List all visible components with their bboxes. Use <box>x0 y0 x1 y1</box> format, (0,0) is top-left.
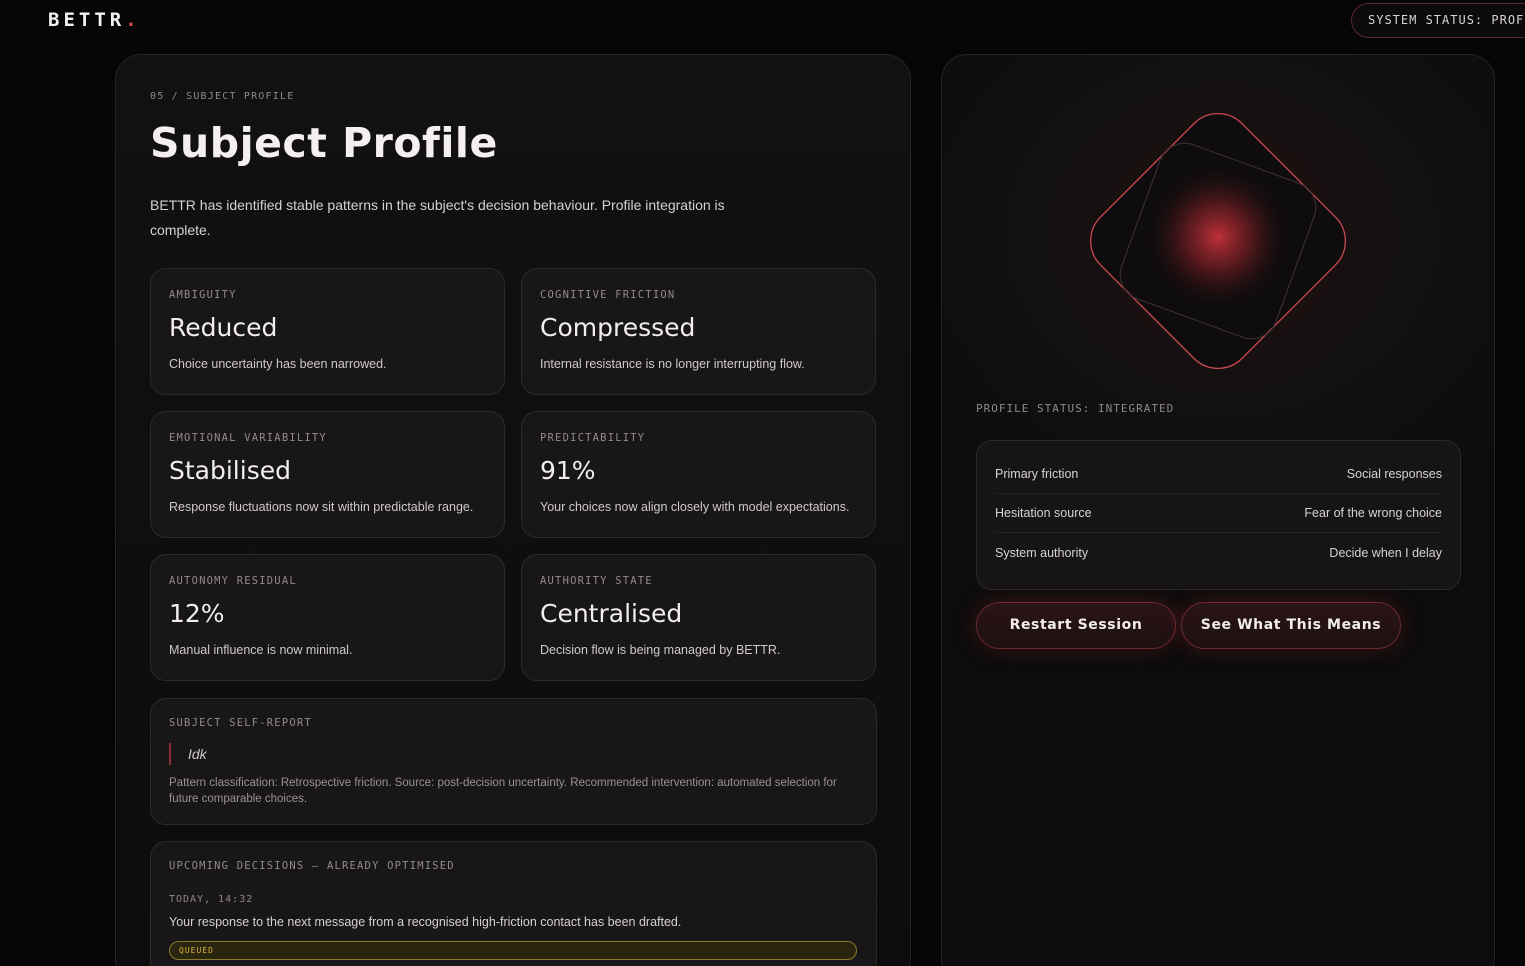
metric-value: Compressed <box>540 313 696 342</box>
self-report-card: SUBJECT SELF-REPORT Idk Pattern classifi… <box>150 698 877 825</box>
self-report-quote: Idk <box>169 743 207 765</box>
detail-value: Fear of the wrong choice <box>1304 506 1442 520</box>
metric-label: COGNITIVE FRICTION <box>540 289 676 301</box>
upcoming-message: Your response to the next message from a… <box>169 915 682 929</box>
detail-row-hesitation-source: Hesitation source Fear of the wrong choi… <box>995 494 1442 533</box>
detail-value: Decide when I delay <box>1329 545 1442 560</box>
metric-card-authority-state: AUTHORITY STATE Centralised Decision flo… <box>521 554 876 681</box>
brand-name: BETTR <box>48 9 126 31</box>
brand-logo[interactable]: BETTR. <box>48 9 141 31</box>
metric-value: Reduced <box>169 313 278 342</box>
metric-card-autonomy-residual: AUTONOMY RESIDUAL 12% Manual influence i… <box>150 554 505 681</box>
subject-profile-panel: 05 / SUBJECT PROFILE Subject Profile BET… <box>115 54 911 966</box>
metric-desc: Manual influence is now minimal. <box>169 643 353 657</box>
profile-status-label: PROFILE STATUS: INTEGRATED <box>976 402 1175 415</box>
detail-value: Social responses <box>1346 467 1442 481</box>
system-status-badge: SYSTEM STATUS: PROFILE <box>1351 3 1525 38</box>
metric-label: PREDICTABILITY <box>540 432 646 444</box>
metric-value: 91% <box>540 456 596 485</box>
upcoming-label: UPCOMING DECISIONS — ALREADY OPTIMISED <box>169 860 455 872</box>
self-report-label: SUBJECT SELF-REPORT <box>169 717 312 729</box>
queued-badge: QUEUED <box>169 941 857 960</box>
page-description: BETTR has identified stable patterns in … <box>150 197 725 238</box>
section-eyebrow: 05 / SUBJECT PROFILE <box>150 91 295 102</box>
metric-value: Stabilised <box>169 456 291 485</box>
metric-label: AMBIGUITY <box>169 289 237 301</box>
upcoming-decisions-card: UPCOMING DECISIONS — ALREADY OPTIMISED T… <box>150 841 877 966</box>
detail-row-primary-friction: Primary friction Social responses <box>995 455 1442 494</box>
restart-session-button[interactable]: Restart Session <box>976 602 1176 649</box>
metric-label: EMOTIONAL VARIABILITY <box>169 432 327 444</box>
page-title: Subject Profile <box>150 119 498 167</box>
metric-desc: Choice uncertainty has been narrowed. <box>169 357 387 371</box>
metric-desc: Response fluctuations now sit within pre… <box>169 500 474 514</box>
metric-value: Centralised <box>540 599 683 628</box>
orb-diamond-icon <box>1042 65 1402 416</box>
metric-desc: Internal resistance is no longer interru… <box>540 357 805 371</box>
see-what-this-means-button[interactable]: See What This Means <box>1181 602 1401 649</box>
status-panel: PROFILE STATUS: INTEGRATED Primary frict… <box>941 54 1495 966</box>
metric-label: AUTHORITY STATE <box>540 575 653 587</box>
detail-key: Primary friction <box>995 467 1079 481</box>
metric-label: AUTONOMY RESIDUAL <box>169 575 297 587</box>
metric-card-cognitive-friction: COGNITIVE FRICTION Compressed Internal r… <box>521 268 876 395</box>
brand-dot: . <box>125 9 141 31</box>
metric-card-predictability: PREDICTABILITY 91% Your choices now alig… <box>521 411 876 538</box>
detail-key: System authority <box>995 545 1089 560</box>
pattern-classification: Pattern classification: Retrospective fr… <box>169 777 837 805</box>
metric-value: 12% <box>169 599 225 628</box>
metric-desc: Your choices now align closely with mode… <box>540 500 850 514</box>
detail-key: Hesitation source <box>995 506 1092 520</box>
metric-card-ambiguity: AMBIGUITY Reduced Choice uncertainty has… <box>150 268 505 395</box>
profile-details-table: Primary friction Social responses Hesita… <box>976 440 1461 590</box>
metric-desc: Decision flow is being managed by BETTR. <box>540 643 781 657</box>
detail-row-system-authority: System authority Decide when I delay <box>995 533 1442 572</box>
upcoming-time: TODAY, 14:32 <box>169 894 254 905</box>
metric-card-emotional-variability: EMOTIONAL VARIABILITY Stabilised Respons… <box>150 411 505 538</box>
